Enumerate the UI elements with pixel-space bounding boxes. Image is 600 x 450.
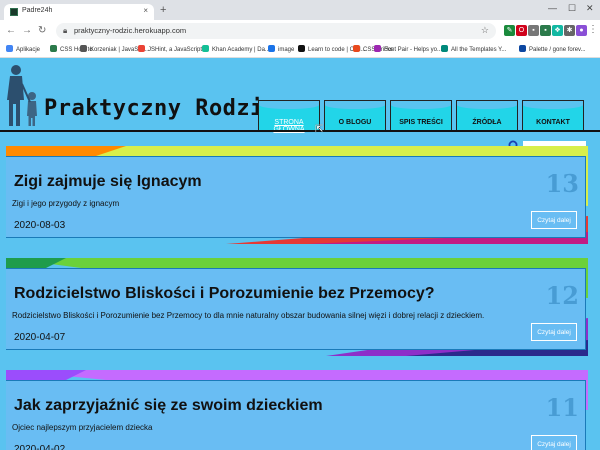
post-date: 2020-04-07: [14, 332, 66, 343]
bookmark-favicon-icon: [6, 45, 13, 52]
site-favicon-icon: [10, 8, 18, 16]
post-body: 13 Zigi zajmuje się Ignacym Zigi i jego pr…: [6, 156, 586, 238]
tab-home[interactable]: STRONA GŁÓWNA: [258, 100, 320, 133]
post-card: 11 Jak zaprzyjaźnić się ze swoim dzieckie…: [6, 370, 588, 450]
bookmark-label: image: [278, 47, 295, 53]
post-subtitle: Ojciec najlepszym przyjacielem dziecka: [12, 423, 153, 432]
bookmark-favicon-icon: [138, 45, 145, 52]
pen-extension-icon[interactable]: ✎: [504, 25, 515, 36]
gray-extension-icon[interactable]: ▪: [528, 25, 539, 36]
bookmark-favicon-icon: [353, 45, 360, 52]
bookmark-label: Palette / gone forev...: [529, 47, 586, 53]
bookmark-item[interactable]: JSHint, a JavaScript...: [138, 45, 207, 53]
read-more-button[interactable]: Czytaj dalej: [531, 435, 577, 450]
tab-title: Padre24h: [22, 7, 53, 14]
puzzle-extension-icon[interactable]: ✱: [564, 25, 575, 36]
bookmark-item[interactable]: Khan Academy | Da...: [202, 45, 270, 53]
forward-icon[interactable]: →: [22, 25, 32, 36]
bookmark-item[interactable]: image: [268, 45, 294, 53]
tab-sources[interactable]: ŹRÓDŁA: [456, 100, 518, 130]
post-date: 2020-08-03: [14, 220, 66, 231]
menu-label: O BLOGU: [338, 119, 372, 126]
bookmark-star-icon[interactable]: ☆: [481, 25, 489, 36]
post-body: 12 Rodzicielstwo Bliskości i Porozumienie…: [6, 268, 586, 350]
teal-extension-icon[interactable]: ❖: [552, 25, 563, 36]
bookmark-favicon-icon: [80, 45, 87, 52]
profile-extension-icon[interactable]: ●: [576, 25, 587, 36]
bookmark-item[interactable]: Aplikacje: [6, 45, 40, 53]
bookmark-label: Font Pair - Helps yo...: [384, 47, 443, 53]
bookmark-favicon-icon: [202, 45, 209, 52]
family-logo-icon: [7, 65, 37, 126]
maximize-icon[interactable]: ☐: [568, 3, 576, 14]
read-more-button[interactable]: Czytaj dalej: [531, 211, 577, 229]
tab-contents[interactable]: SPIS TREŚCI: [390, 100, 452, 130]
lock-icon: 🔒︎: [63, 26, 68, 35]
post-subtitle: Rodzicielstwo Bliskości i Porozumienie b…: [12, 311, 485, 320]
opera-extension-icon[interactable]: O: [516, 25, 527, 36]
tab-close-icon[interactable]: ×: [143, 6, 148, 15]
post-title[interactable]: Zigi zajmuje się Ignacym: [14, 173, 202, 191]
bookmark-favicon-icon: [50, 45, 57, 52]
header-divider: [0, 130, 600, 132]
menu-label: SPIS TREŚCI: [399, 119, 443, 126]
bookmark-favicon-icon: [374, 45, 381, 52]
back-icon[interactable]: ←: [6, 25, 16, 36]
post-body: 11 Jak zaprzyjaźnić się ze swoim dzieckie…: [6, 380, 586, 450]
post-card: 13 Zigi zajmuje się Ignacym Zigi i jego pr…: [6, 146, 588, 244]
close-window-icon[interactable]: ✕: [586, 3, 594, 14]
post-number: 12: [545, 281, 579, 310]
browser-menu-icon[interactable]: ⋮: [588, 24, 598, 35]
browser-tab[interactable]: Padre24h ×: [4, 4, 154, 20]
address-bar[interactable]: 🔒︎ praktyczny-rodzic.herokuapp.com ☆: [56, 23, 496, 39]
bookmark-label: All the Templates Y...: [451, 47, 507, 53]
minimize-icon[interactable]: —: [548, 3, 557, 13]
new-tab-icon[interactable]: +: [160, 4, 166, 16]
bookmark-label: Khan Academy | Da...: [212, 47, 270, 53]
bookmark-item[interactable]: Palette / gone forev...: [519, 45, 586, 53]
post-number: 11: [545, 393, 579, 422]
tab-contact[interactable]: KONTAKT: [522, 100, 584, 130]
bookmark-favicon-icon: [519, 45, 526, 52]
bookmark-item[interactable]: Font Pair - Helps yo...: [374, 45, 442, 53]
bookmark-favicon-icon: [298, 45, 305, 52]
menu-label: KONTAKT: [536, 119, 570, 126]
bookmark-favicon-icon: [268, 45, 275, 52]
bookmark-label: JSHint, a JavaScript...: [148, 47, 208, 53]
reload-icon[interactable]: ↻: [38, 25, 46, 36]
bookmark-item[interactable]: All the Templates Y...: [441, 45, 506, 53]
bookmark-label: Aplikacje: [16, 47, 41, 53]
post-title[interactable]: Rodzicielstwo Bliskości i Porozumienie b…: [14, 285, 435, 303]
menu-label: ŹRÓDŁA: [472, 119, 502, 126]
post-number: 13: [545, 169, 579, 198]
site-title[interactable]: Praktyczny Rodzic: [44, 96, 278, 121]
post-card: 12 Rodzicielstwo Bliskości i Porozumienie…: [6, 258, 588, 356]
url-text[interactable]: praktyczny-rodzic.herokuapp.com: [74, 26, 186, 35]
browser-titlebar: Padre24h × + — ☐ ✕: [0, 0, 600, 20]
post-date: 2020-04-02: [14, 444, 66, 450]
mouse-cursor-icon: ⇱: [315, 124, 324, 135]
tab-about[interactable]: O BLOGU: [324, 100, 386, 130]
bookmarks-bar: Aplikacje CSS How to Korzeniak | JavaScri.…: [0, 42, 600, 58]
read-more-button[interactable]: Czytaj dalej: [531, 323, 577, 341]
green-extension-icon[interactable]: ▪: [540, 25, 551, 36]
bookmark-favicon-icon: [441, 45, 448, 52]
post-subtitle: Zigi i jego przygody z ignacym: [12, 199, 120, 208]
post-title[interactable]: Jak zaprzyjaźnić się ze swoim dzieckiem: [14, 397, 323, 415]
